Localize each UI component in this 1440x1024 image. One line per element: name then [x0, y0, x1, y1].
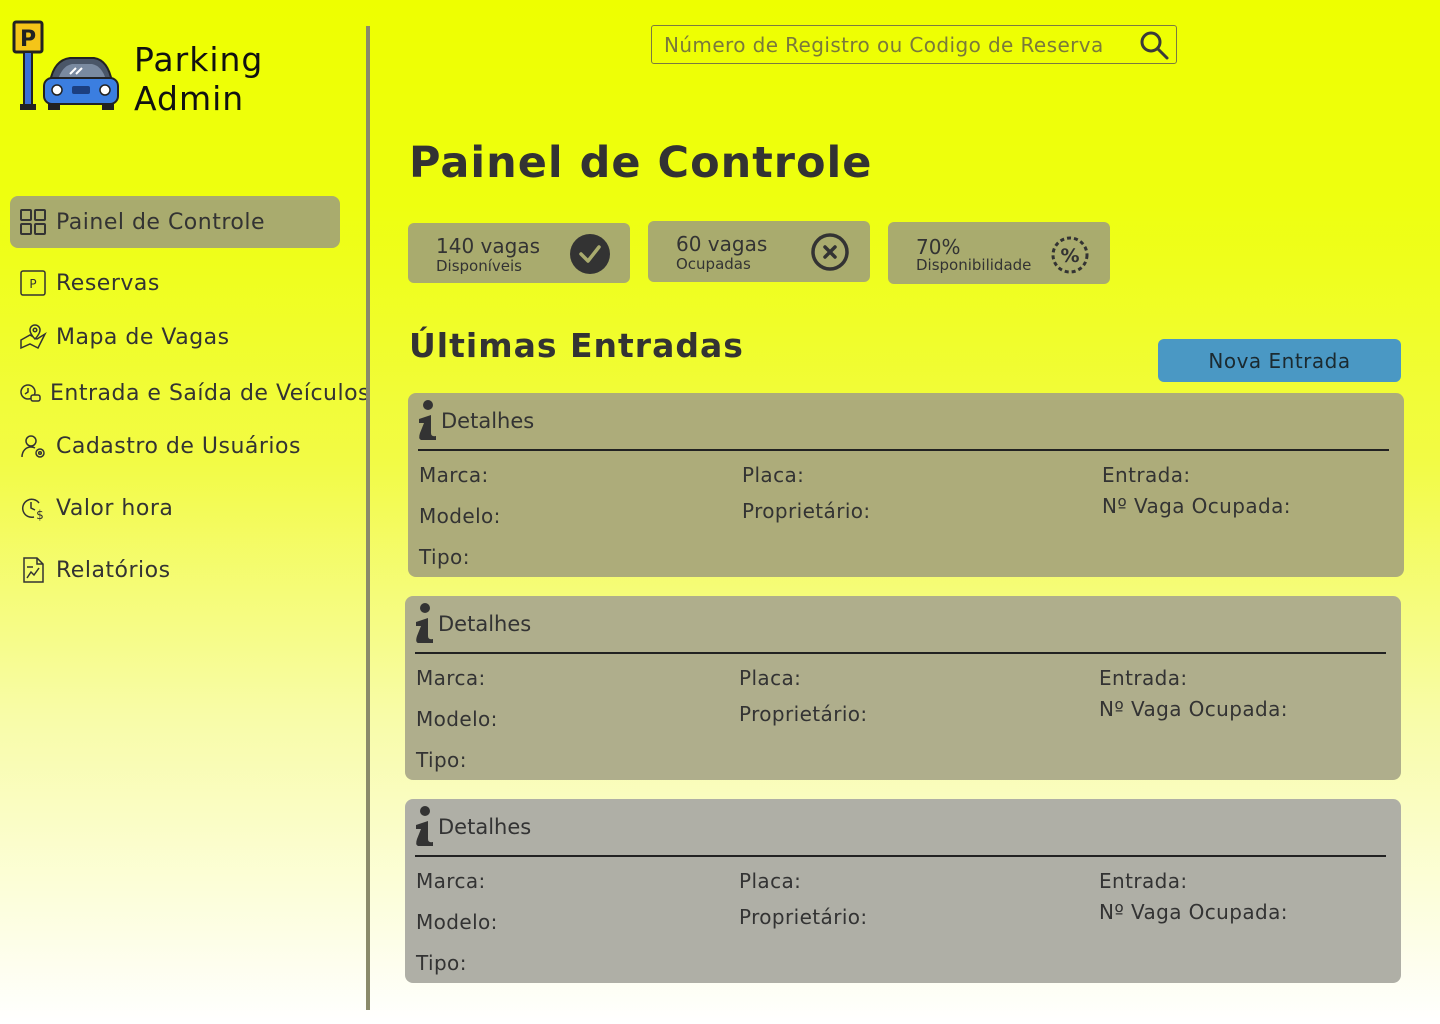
stat-label: Disponibilidade	[916, 256, 1032, 274]
sidebar-item-valor-hora[interactable]: $ Valor hora	[10, 482, 340, 534]
clock-car-icon	[18, 378, 42, 408]
sidebar-item-label: Valor hora	[56, 495, 174, 521]
parking-logo-icon: P	[12, 20, 119, 110]
sidebar-item-entrada-e-saida[interactable]: Entrada e Saída de Veículos	[10, 367, 370, 419]
field-tipo: Tipo:	[416, 951, 467, 975]
check-circle-icon	[570, 234, 610, 274]
sidebar-item-label: Relatórios	[56, 557, 171, 583]
card-divider	[415, 652, 1386, 654]
parking-p-icon: P	[18, 268, 48, 298]
card-divider	[418, 449, 1389, 451]
card-header: Detalhes	[438, 612, 532, 636]
field-tipo: Tipo:	[416, 748, 467, 772]
info-icon	[416, 603, 433, 643]
field-vaga: Nº Vaga Ocupada:	[1099, 697, 1288, 721]
entry-card[interactable]: Detalhes Marca: Modelo: Tipo: Placa: Pro…	[408, 393, 1404, 577]
info-icon	[416, 806, 433, 846]
field-proprietario: Proprietário:	[739, 702, 868, 726]
field-placa: Placa:	[739, 666, 802, 690]
sidebar-item-label: Entrada e Saída de Veículos	[50, 380, 371, 406]
field-tipo: Tipo:	[419, 545, 470, 569]
clock-dollar-icon: $	[18, 493, 48, 523]
field-marca: Marca:	[419, 463, 489, 487]
stat-label: Disponíveis	[436, 257, 522, 275]
section-title-latest-entries: Últimas Entradas	[409, 326, 744, 365]
field-vaga: Nº Vaga Ocupada:	[1102, 494, 1291, 518]
x-circle-icon	[811, 233, 849, 271]
sidebar-item-relatorios[interactable]: Relatórios	[10, 544, 340, 596]
field-marca: Marca:	[416, 666, 486, 690]
field-vaga: Nº Vaga Ocupada:	[1099, 900, 1288, 924]
map-pin-icon	[18, 322, 48, 352]
brand-name: Parking Admin	[134, 40, 263, 118]
card-header: Detalhes	[441, 409, 535, 433]
sidebar-item-cadastro-de-usuarios[interactable]: Cadastro de Usuários	[10, 420, 340, 472]
stat-availability: 70% Disponibilidade %	[888, 222, 1110, 284]
stat-label: Ocupadas	[676, 255, 751, 273]
sidebar-item-label: Mapa de Vagas	[56, 324, 230, 350]
search-icon[interactable]	[1138, 29, 1170, 61]
stat-value: 70%	[916, 235, 961, 259]
stat-available: 140 vagas Disponíveis	[408, 223, 630, 283]
sidebar-item-label: Reservas	[56, 270, 160, 296]
field-entrada: Entrada:	[1099, 869, 1188, 893]
svg-text:%: %	[1060, 245, 1079, 267]
field-placa: Placa:	[739, 869, 802, 893]
svg-text:P: P	[20, 27, 36, 52]
brand-line-2: Admin	[134, 79, 245, 118]
search-bar	[651, 25, 1177, 64]
card-header: Detalhes	[438, 815, 532, 839]
sidebar-divider	[366, 26, 370, 1010]
stat-occupied: 60 vagas Ocupadas	[648, 221, 870, 282]
user-gear-icon	[18, 431, 48, 461]
card-divider	[415, 855, 1386, 857]
brand-line-1: Parking	[134, 40, 264, 79]
field-placa: Placa:	[742, 463, 805, 487]
field-modelo: Modelo:	[416, 707, 498, 731]
sidebar-item-painel-de-controle[interactable]: Painel de Controle	[10, 196, 340, 248]
field-entrada: Entrada:	[1102, 463, 1191, 487]
sidebar-item-label: Cadastro de Usuários	[56, 433, 301, 459]
field-entrada: Entrada:	[1099, 666, 1188, 690]
sidebar: P Parking Admin Painel de Controle P Res…	[0, 0, 370, 1024]
field-modelo: Modelo:	[419, 504, 501, 528]
field-proprietario: Proprietário:	[742, 499, 871, 523]
field-modelo: Modelo:	[416, 910, 498, 934]
info-icon	[419, 400, 436, 440]
svg-text:$: $	[36, 508, 44, 522]
field-proprietario: Proprietário:	[739, 905, 868, 929]
entry-card[interactable]: Detalhes Marca: Modelo: Tipo: Placa: Pro…	[405, 596, 1401, 780]
new-entry-button[interactable]: Nova Entrada	[1158, 339, 1401, 382]
report-chart-icon	[18, 555, 48, 585]
stat-value: 60 vagas	[676, 232, 768, 256]
sidebar-item-reservas[interactable]: P Reservas	[10, 257, 340, 309]
sidebar-item-label: Painel de Controle	[56, 209, 266, 235]
percent-circle-icon: %	[1051, 236, 1089, 274]
svg-text:P: P	[29, 277, 36, 291]
entry-card[interactable]: Detalhes Marca: Modelo: Tipo: Placa: Pro…	[405, 799, 1401, 983]
search-input[interactable]	[652, 26, 1132, 63]
field-marca: Marca:	[416, 869, 486, 893]
grid-icon	[18, 207, 48, 237]
sidebar-item-mapa-de-vagas[interactable]: Mapa de Vagas	[10, 311, 340, 363]
stat-value: 140 vagas	[436, 234, 540, 258]
page-title: Painel de Controle	[409, 138, 873, 188]
